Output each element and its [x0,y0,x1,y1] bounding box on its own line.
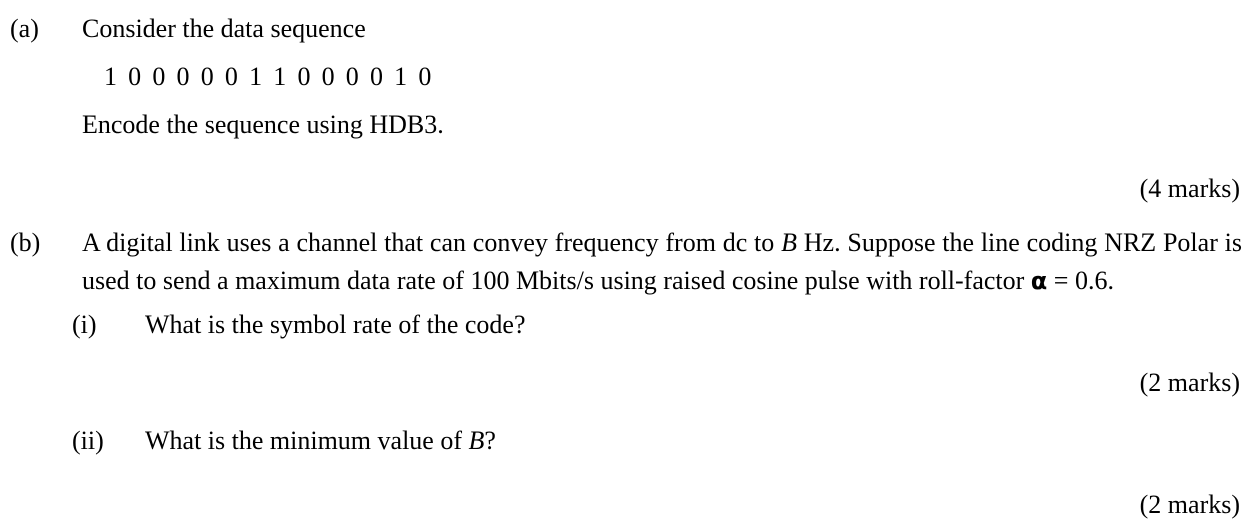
subpart-i-label: (i) [72,310,97,339]
question-b-body: A digital link uses a channel that can c… [82,224,1246,300]
question-a-body: Consider the data sequence 1 0 0 0 0 0 1… [82,10,1246,144]
marks-subpart-ii: (2 marks) [1139,490,1240,519]
subpart-i-body: What is the symbol rate of the code? [145,306,1246,344]
question-a-intro-text: Consider the data sequence [82,14,366,43]
exam-question-page: (a) Consider the data sequence 1 0 0 0 0… [0,0,1246,524]
spacer-a-1 [82,48,1246,58]
question-a-label: (a) [10,14,39,43]
question-b-subpart-ii: (ii) What is the minimum value of B? [0,422,1246,460]
subpart-ii-text-before: What is the minimum value of [145,426,469,455]
spacer-before-marks-ii [0,460,1246,486]
variable-b-minimum: B [468,426,485,455]
subpart-i-text: What is the symbol rate of the code? [145,310,526,339]
variable-b-bandwidth: B [781,228,797,257]
question-b-statement: A digital link uses a channel that can c… [82,224,1246,300]
subpart-ii-body: What is the minimum value of B? [145,422,1246,460]
question-b-text-part3: = 0.6. [1047,266,1114,295]
question-b-label: (b) [10,228,41,257]
subpart-ii-label: (ii) [72,426,104,455]
subpart-ii-text-after: ? [484,426,496,455]
subpart-ii-text: What is the minimum value of B? [145,422,1246,460]
question-b-subpart-i: (i) What is the symbol rate of the code? [0,306,1246,344]
top-spacer [0,0,1246,10]
spacer-before-marks-i [0,344,1246,364]
question-b: (b) A digital link uses a channel that c… [0,224,1246,300]
spacer-after-marks-a [0,208,1246,224]
marks-subpart-i: (2 marks) [1139,368,1240,397]
question-a-instruction-text: Encode the sequence using HDB3. [82,110,444,139]
marks-question-a: (4 marks) [1139,174,1240,203]
spacer-after-marks-i [0,402,1246,422]
spacer-before-marks-a [0,144,1246,170]
data-sequence-value: 1 0 0 0 0 0 1 1 0 0 0 0 1 0 [104,62,434,91]
question-b-text-part1: A digital link uses a channel that can c… [82,228,782,257]
spacer-a-2 [82,96,1246,106]
question-a: (a) Consider the data sequence 1 0 0 0 0… [0,10,1246,144]
alpha-symbol: α [1030,267,1048,295]
